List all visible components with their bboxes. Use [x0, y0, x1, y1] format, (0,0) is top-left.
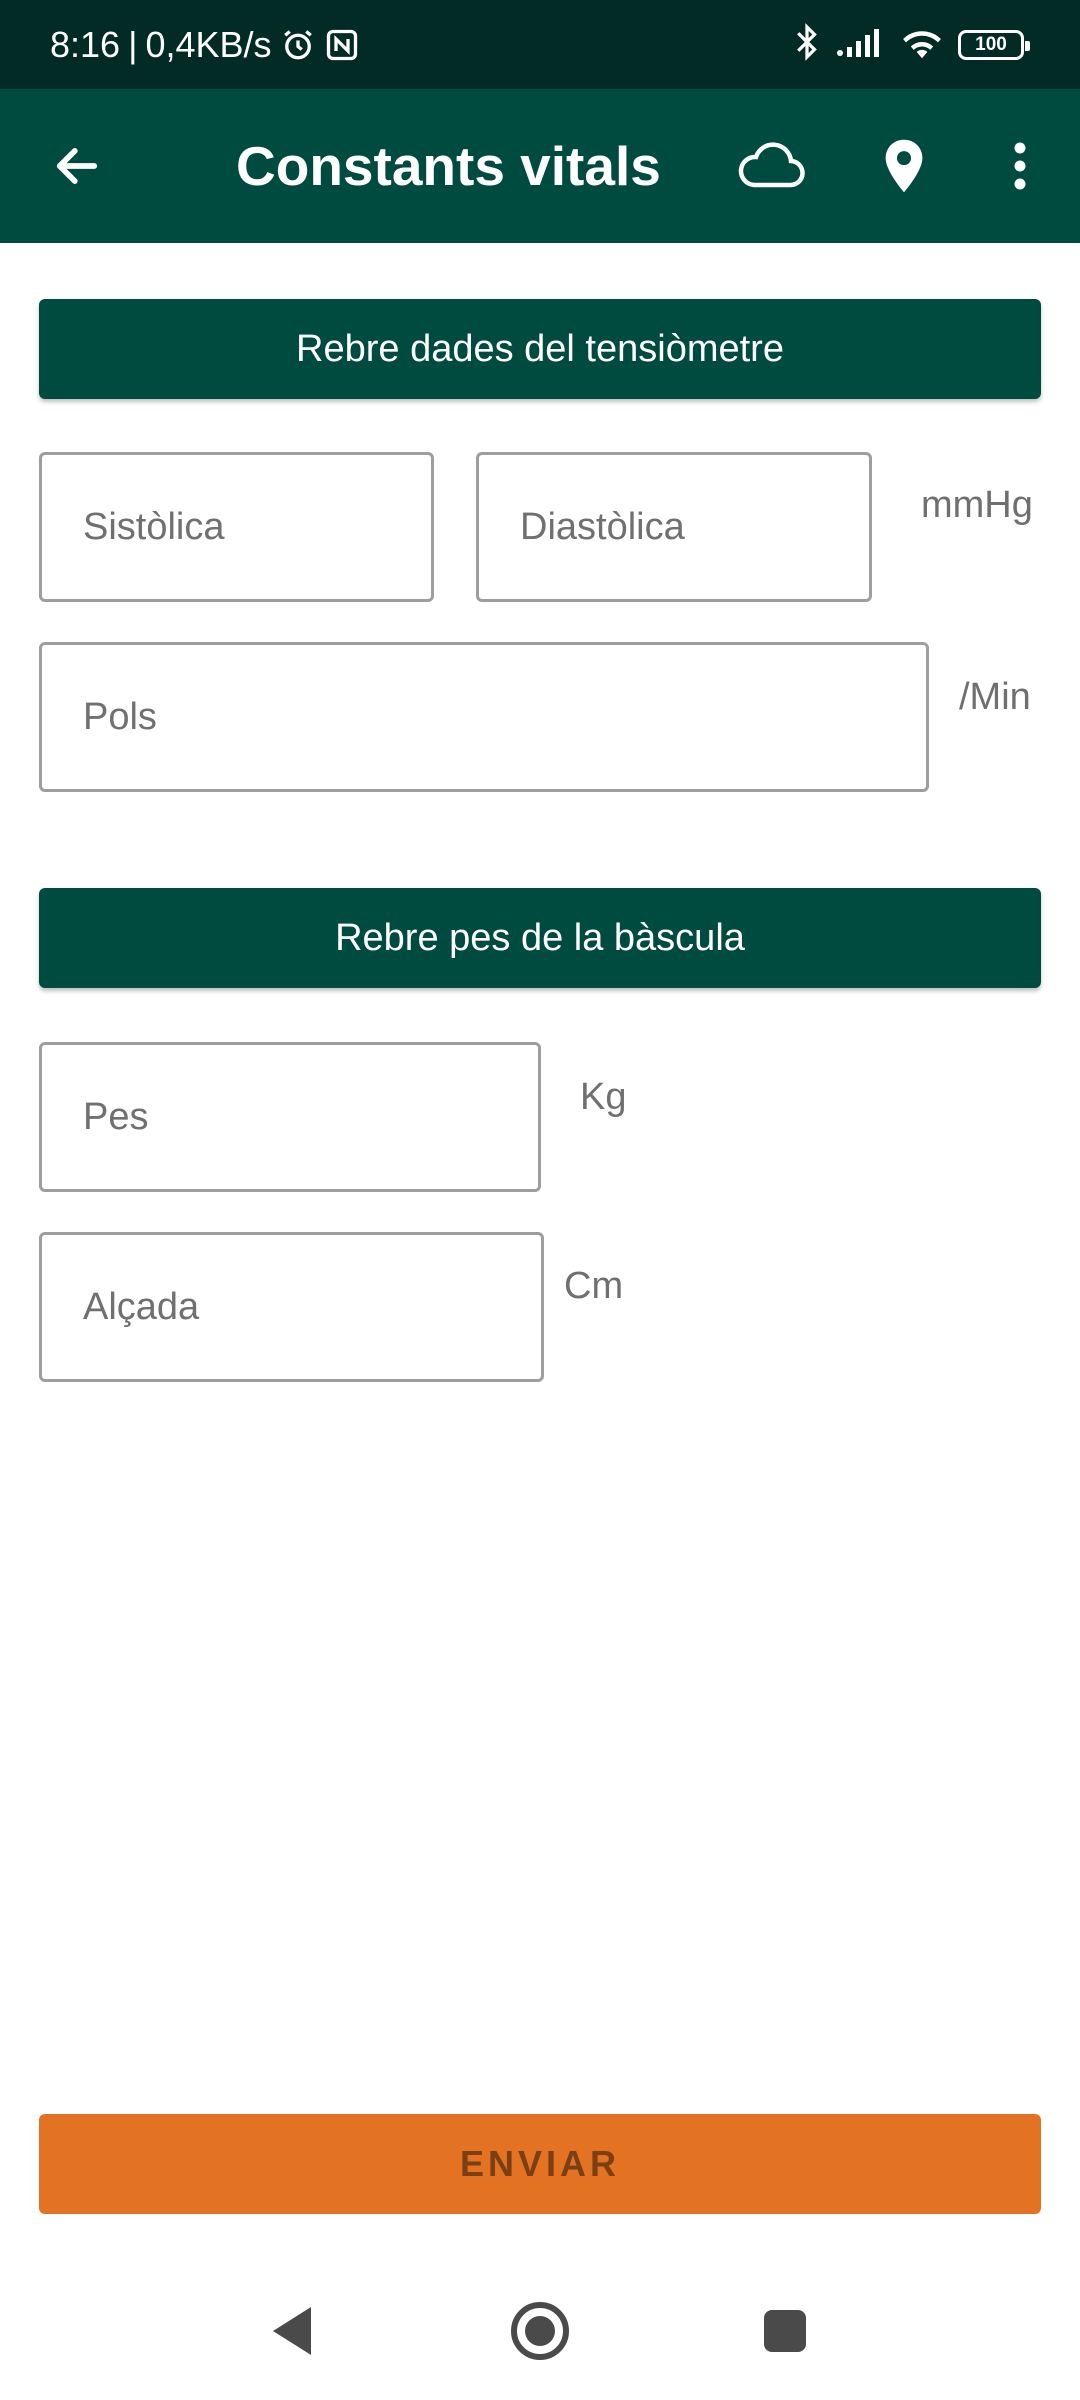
- back-button[interactable]: [40, 89, 114, 243]
- signal-icon: [836, 25, 886, 64]
- back-arrow-icon: [56, 148, 98, 184]
- pressure-unit-label: mmHg: [921, 484, 1033, 526]
- status-left: 8:16 | 0,4KB/s: [50, 0, 360, 89]
- status-right: 100: [792, 0, 1030, 89]
- nav-back-icon: [273, 2307, 311, 2355]
- height-unit-label: Cm: [564, 1265, 624, 1307]
- location-pin-icon: [885, 139, 923, 193]
- system-nav-bar: [0, 2260, 1080, 2400]
- app-bar: Constants vitals: [0, 89, 1080, 243]
- nav-back-button[interactable]: [257, 2296, 327, 2366]
- nav-recents-button[interactable]: [750, 2296, 820, 2366]
- receive-tensiometer-button[interactable]: Rebre dades del tensiòmetre: [39, 299, 1041, 399]
- battery-icon: 100: [958, 29, 1030, 60]
- systolic-input[interactable]: [42, 455, 431, 599]
- nfc-icon: [324, 27, 360, 63]
- nav-home-icon: [511, 2302, 569, 2360]
- weight-field[interactable]: [39, 1042, 541, 1192]
- status-time: 8:16: [50, 23, 121, 65]
- status-bar: 8:16 | 0,4KB/s 100: [0, 0, 1080, 89]
- network-speed: 0,4KB/s: [145, 23, 272, 65]
- location-button[interactable]: [874, 89, 934, 243]
- receive-scale-weight-button[interactable]: Rebre pes de la bàscula: [39, 888, 1041, 988]
- systolic-field[interactable]: [39, 452, 434, 602]
- pulse-unit-label: /Min: [959, 676, 1031, 718]
- alarm-icon: [280, 27, 316, 63]
- bluetooth-icon: [792, 22, 822, 67]
- submit-button[interactable]: ENVIAR: [39, 2114, 1041, 2214]
- diastolic-input[interactable]: [479, 455, 869, 599]
- height-input[interactable]: [42, 1235, 541, 1379]
- nav-home-button[interactable]: [505, 2296, 575, 2366]
- height-field[interactable]: [39, 1232, 544, 1382]
- cloud-icon: [738, 142, 805, 188]
- weight-unit-label: Kg: [580, 1076, 627, 1118]
- more-options-button[interactable]: [1000, 89, 1040, 243]
- wifi-icon: [900, 24, 944, 65]
- cloud-button[interactable]: [730, 89, 812, 243]
- page-title: Constants vitals: [236, 135, 661, 197]
- pulse-input[interactable]: [42, 645, 926, 789]
- more-vert-icon: [1014, 142, 1026, 190]
- pulse-field[interactable]: [39, 642, 929, 792]
- weight-input[interactable]: [42, 1045, 538, 1189]
- status-separator: |: [128, 23, 138, 65]
- diastolic-field[interactable]: [476, 452, 872, 602]
- nav-recents-icon: [764, 2310, 806, 2352]
